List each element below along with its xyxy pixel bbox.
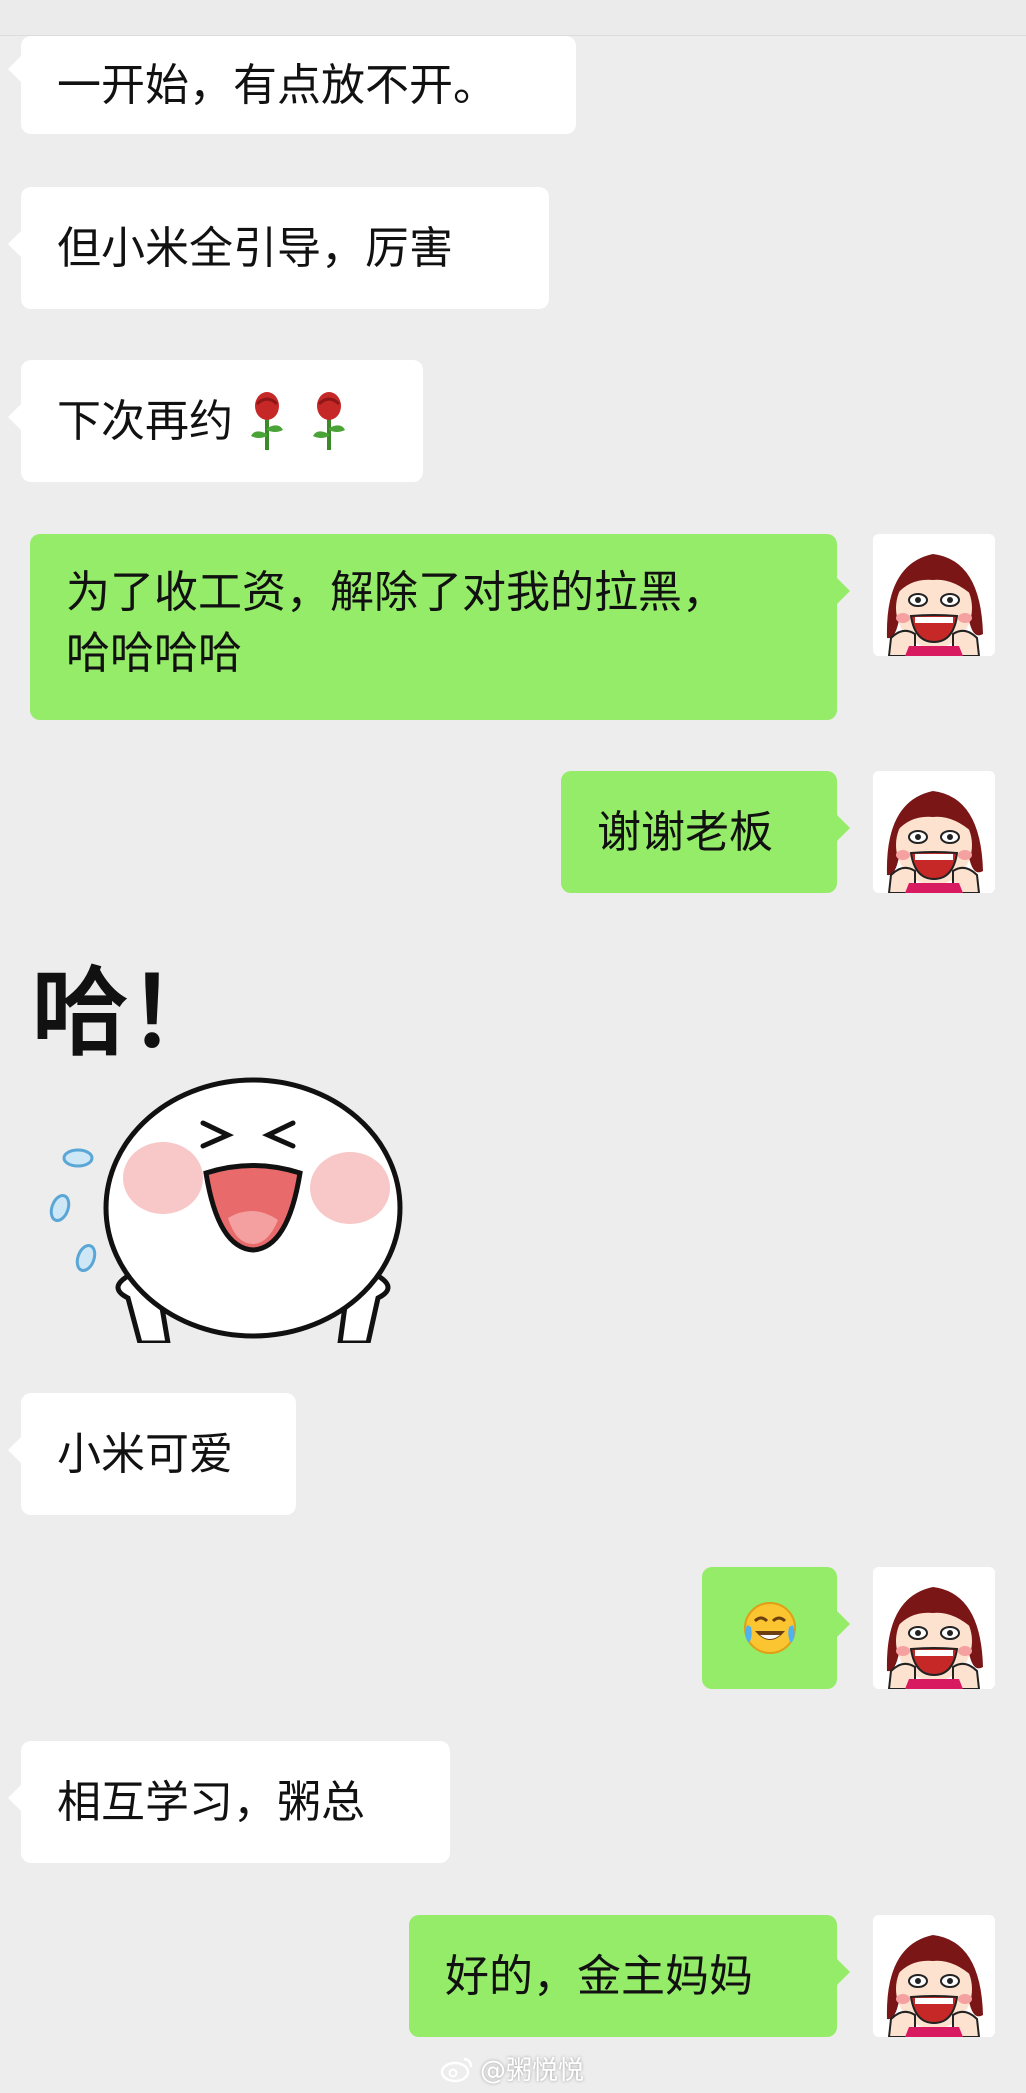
message-text-line: 为了收工资，解除了对我的拉黑， bbox=[66, 567, 726, 618]
laughing-crying-emoji-icon bbox=[743, 1602, 796, 1654]
avatar-icon bbox=[873, 534, 995, 656]
message-bubble-outgoing[interactable]: 谢谢老板 bbox=[561, 771, 850, 893]
cartoon-girl-avatar[interactable] bbox=[873, 1915, 995, 2037]
cartoon-girl-avatar[interactable] bbox=[873, 771, 995, 893]
message-bubble-outgoing[interactable]: 好的，金主妈妈 bbox=[409, 1915, 850, 2037]
message-text: 相互学习，粥总 bbox=[57, 1776, 365, 1828]
avatar-icon bbox=[873, 1567, 995, 1689]
message-text: 但小米全引导，厉害 bbox=[57, 222, 453, 274]
avatar-icon bbox=[873, 771, 995, 893]
message-text: 谢谢老板 bbox=[597, 806, 773, 858]
rose-icon bbox=[313, 392, 345, 450]
message-text: 为了收工资，解除了对我的拉黑， 哈哈哈哈 bbox=[66, 562, 726, 684]
chat-top-edge bbox=[0, 0, 1026, 36]
chat-window: 一开始，有点放不开。 但小米全引导，厉害 下次再约 为了收工资，解除了对我的拉黑… bbox=[0, 0, 1026, 2093]
laughing-bun-sticker-icon bbox=[49, 1077, 403, 1343]
message-bubble-incoming[interactable]: 小米可爱 bbox=[8, 1393, 296, 1515]
message-bubble-outgoing[interactable] bbox=[702, 1567, 850, 1689]
avatar-icon bbox=[873, 1915, 995, 2037]
message-bubble-incoming[interactable]: 下次再约 bbox=[8, 360, 423, 482]
message-text: 小米可爱 bbox=[57, 1428, 233, 1480]
message-bubble-incoming[interactable]: 一开始，有点放不开。 bbox=[8, 36, 576, 134]
weibo-watermark: @粥悦悦 bbox=[440, 2050, 584, 2087]
message-text: 下次再约 bbox=[57, 395, 233, 447]
message-bubble-outgoing[interactable]: 为了收工资，解除了对我的拉黑， 哈哈哈哈 bbox=[30, 534, 850, 720]
sticker-message[interactable]: 哈！ bbox=[28, 958, 428, 1343]
message-text: 好的，金主妈妈 bbox=[445, 1950, 753, 2002]
rose-icon bbox=[251, 392, 283, 450]
message-bubble-incoming[interactable]: 相互学习，粥总 bbox=[8, 1741, 450, 1863]
cartoon-girl-avatar[interactable] bbox=[873, 1567, 995, 1689]
weibo-icon bbox=[440, 2057, 473, 2082]
cartoon-girl-avatar[interactable] bbox=[873, 534, 995, 656]
watermark-text: @粥悦悦 bbox=[480, 2056, 585, 2086]
message-text-line: 哈哈哈哈 bbox=[66, 628, 242, 679]
message-bubble-incoming[interactable]: 但小米全引导，厉害 bbox=[8, 187, 549, 309]
message-text: 一开始，有点放不开。 bbox=[57, 59, 497, 111]
